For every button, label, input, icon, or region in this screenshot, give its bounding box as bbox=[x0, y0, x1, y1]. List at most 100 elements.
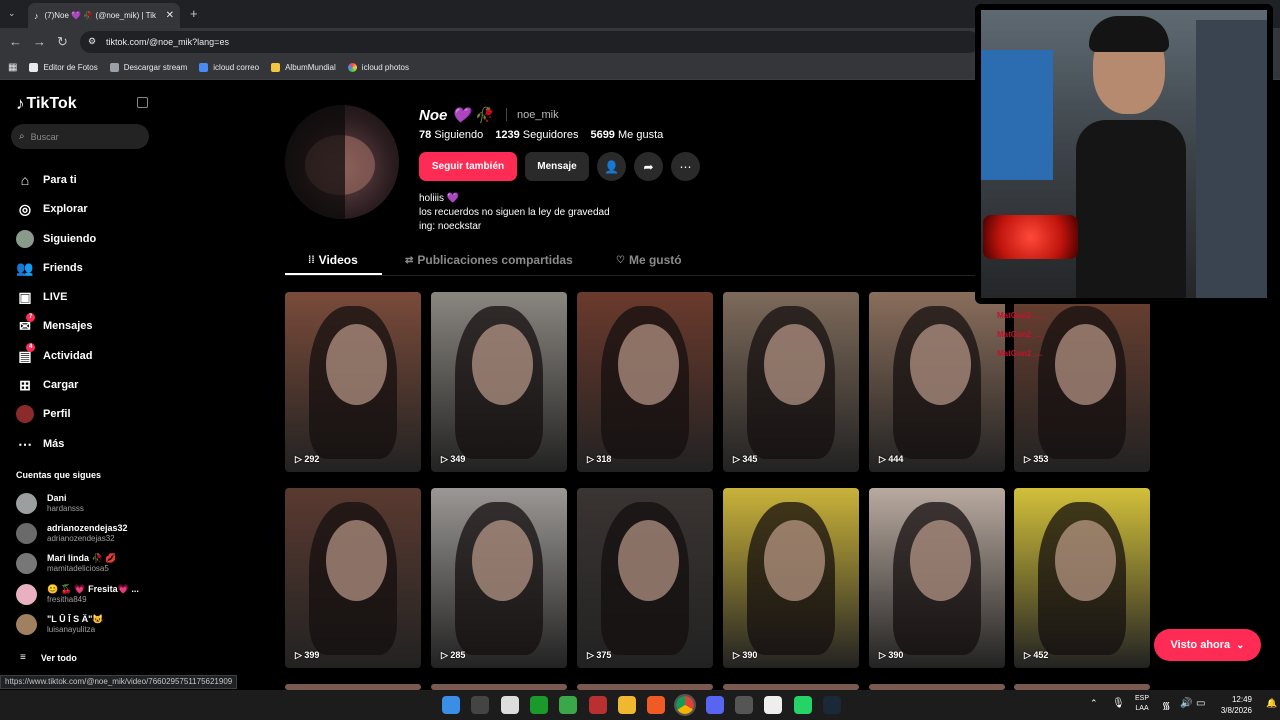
forward-icon[interactable]: → bbox=[33, 34, 46, 49]
xbox-icon[interactable] bbox=[529, 696, 548, 714]
tray-chevron-icon[interactable]: ⌃ bbox=[1090, 698, 1098, 709]
avatar bbox=[16, 523, 37, 544]
url-input[interactable]: ⚙ tiktok.com/@noe_mik?lang=es bbox=[80, 31, 980, 53]
minecraft-icon[interactable] bbox=[559, 696, 578, 714]
thumbnail-face-shape bbox=[471, 520, 533, 602]
followed-account[interactable]: adrianozendejas32 adrianozendejas32 bbox=[16, 523, 128, 544]
sidebar-item-cargar[interactable]: ⊞ Cargar bbox=[16, 376, 78, 394]
store-icon[interactable] bbox=[500, 696, 519, 714]
messages-icon: ✉ 7 bbox=[16, 313, 36, 335]
widgets-icon[interactable] bbox=[471, 696, 490, 714]
video-thumbnail[interactable]: ▷ 444 bbox=[869, 292, 1005, 472]
whatsapp-icon[interactable] bbox=[793, 696, 812, 714]
video-thumbnail[interactable]: ▷ 390 bbox=[723, 488, 859, 668]
tab-liked[interactable]: ♡ Me gustó bbox=[616, 253, 682, 267]
video-thumbnail[interactable]: ▷ 318 bbox=[577, 292, 713, 472]
folder-icon[interactable] bbox=[617, 696, 636, 714]
browser-tab[interactable]: ♪ (7)Noe 💜 🥀 (@noe_mik) | Tik ✕ bbox=[28, 3, 180, 28]
webcam-person-hair bbox=[1089, 16, 1169, 52]
sidebar-item-para-ti[interactable]: ⌂ Para ti bbox=[16, 171, 77, 189]
more-options-button[interactable]: ⋯ bbox=[671, 152, 700, 181]
follow-back-button[interactable]: Seguir también bbox=[419, 152, 517, 181]
tab-list-icon[interactable]: ⌄ bbox=[8, 8, 16, 19]
recently-watched-button[interactable]: Visto ahora ⌄ bbox=[1154, 629, 1261, 661]
video-thumbnail[interactable]: ▷ 452 bbox=[1014, 488, 1150, 668]
battery-icon[interactable]: ▭ bbox=[1196, 698, 1205, 709]
bio-line: ing: noeckstar bbox=[419, 221, 482, 232]
bookmark-descargar-stream[interactable]: Descargar stream bbox=[109, 63, 187, 72]
game-icon[interactable] bbox=[588, 696, 607, 714]
likes-count-stat: 5699 Me gusta bbox=[590, 129, 664, 141]
video-thumbnail[interactable]: ▷ 345 bbox=[723, 292, 859, 472]
sidebar-item-siguiendo[interactable]: Siguiendo bbox=[16, 230, 96, 248]
see-all-link[interactable]: ≡ Ver todo bbox=[20, 652, 77, 663]
thumbnail-face-shape bbox=[617, 520, 679, 602]
keyboard-layout: LAA bbox=[1135, 705, 1149, 712]
site-info-icon[interactable]: ⚙ bbox=[88, 36, 96, 47]
wifi-icon[interactable]: ᯾ bbox=[1162, 698, 1171, 712]
following-count-stat[interactable]: 78 Siguiendo bbox=[419, 129, 483, 141]
sidebar-item-mensajes[interactable]: ✉ 7 Mensajes bbox=[16, 313, 93, 335]
bookmark-editor-fotos[interactable]: Editor de Fotos bbox=[29, 63, 98, 72]
share-button[interactable]: ➦ bbox=[634, 152, 663, 181]
bookmark-icloud-correo[interactable]: icloud correo bbox=[199, 63, 259, 72]
search-input[interactable]: ⌕ Buscar bbox=[11, 124, 149, 149]
apps-grid-icon[interactable]: ▦ bbox=[8, 62, 17, 73]
sidebar-item-actividad[interactable]: ▤ 4 Actividad bbox=[16, 343, 93, 365]
brave-icon[interactable] bbox=[647, 696, 666, 714]
video-thumbnail[interactable]: ▷ 292 bbox=[285, 292, 421, 472]
start-icon[interactable] bbox=[442, 696, 460, 714]
bookmark-icloud-photos[interactable]: icloud photos bbox=[347, 63, 409, 72]
capcut-icon[interactable] bbox=[764, 696, 783, 714]
microphone-icon[interactable]: 🎙 bbox=[1112, 698, 1125, 709]
sidebar-item-label: Mensajes bbox=[43, 320, 93, 332]
followers-count-stat[interactable]: 1239 Seguidores bbox=[495, 129, 578, 141]
add-friend-button[interactable]: 👤 bbox=[597, 152, 626, 181]
volume-icon[interactable]: 🔊 bbox=[1180, 698, 1192, 709]
tab-videos[interactable]: ⁞⁞ Videos bbox=[308, 253, 358, 267]
notification-badge: 4 bbox=[26, 343, 36, 352]
followed-account[interactable]: 😊 🍒 💗 Fresita💗 ... fresitha849 bbox=[16, 584, 139, 605]
sidebar-item-label: Explorar bbox=[43, 203, 88, 215]
reload-icon[interactable]: ↻ bbox=[57, 34, 68, 50]
video-thumbnail[interactable]: ▷ 349 bbox=[431, 292, 567, 472]
discord-icon[interactable] bbox=[705, 696, 724, 714]
followed-account[interactable]: "L Ū Ī S Ä"😺 luisanayulitza bbox=[16, 614, 104, 635]
tab-shared-posts[interactable]: ⇄ Publicaciones compartidas bbox=[405, 253, 573, 267]
thumbnail-face-shape bbox=[325, 324, 387, 406]
obs-icon[interactable] bbox=[735, 696, 753, 714]
sidebar-item-explorar[interactable]: ◎ Explorar bbox=[16, 200, 88, 218]
account-name: "L Ū Ī S Ä"😺 bbox=[47, 614, 104, 624]
sidebar-item-live[interactable]: ▣ LIVE bbox=[16, 288, 67, 306]
sidebar-item-perfil[interactable]: Perfil bbox=[16, 405, 71, 423]
play-count: ▷ 390 bbox=[879, 650, 904, 660]
steam-icon[interactable] bbox=[822, 696, 841, 714]
message-button[interactable]: Mensaje bbox=[525, 152, 589, 181]
sidebar-item-mas[interactable]: ⋯ Más bbox=[16, 435, 64, 453]
video-thumbnail[interactable]: ▷ 390 bbox=[869, 488, 1005, 668]
clock[interactable]: 12:49 3/8/2026 bbox=[1218, 694, 1252, 716]
date-text: 3/8/2026 bbox=[1220, 706, 1252, 715]
video-thumbnail[interactable]: ▷ 375 bbox=[577, 488, 713, 668]
live-icon: ▣ bbox=[18, 288, 32, 305]
new-tab-icon[interactable]: + bbox=[190, 6, 198, 21]
sidebar-item-label: Más bbox=[43, 438, 65, 450]
followed-account[interactable]: Mari linda 🥀 💋 mamitadeliciosa5 bbox=[16, 553, 116, 574]
notifications-icon[interactable]: 🔔 bbox=[1266, 698, 1277, 709]
play-count: ▷ 375 bbox=[587, 650, 612, 660]
tiktok-logo[interactable]: ♪ TikTok bbox=[16, 94, 77, 114]
video-thumbnail[interactable]: ▷ 285 bbox=[431, 488, 567, 668]
play-count: ▷ 345 bbox=[733, 454, 758, 464]
sidebar-item-friends[interactable]: 👥 Friends bbox=[16, 259, 82, 277]
bookmark-albummundial[interactable]: AlbumMundial bbox=[271, 63, 336, 72]
language-indicator[interactable]: ESP LAA bbox=[1135, 694, 1149, 714]
collapse-sidebar-icon[interactable] bbox=[137, 97, 148, 108]
close-tab-icon[interactable]: ✕ bbox=[166, 10, 174, 21]
profile-avatar[interactable] bbox=[285, 105, 399, 219]
tab-title: (7)Noe 💜 🥀 (@noe_mik) | Tik bbox=[44, 11, 156, 20]
followed-account[interactable]: Dani hardansss bbox=[16, 493, 84, 514]
tabs-divider bbox=[285, 275, 975, 276]
video-thumbnail[interactable]: ▷ 399 bbox=[285, 488, 421, 668]
back-icon[interactable]: ← bbox=[9, 34, 22, 49]
following-avatar-icon bbox=[16, 230, 34, 248]
